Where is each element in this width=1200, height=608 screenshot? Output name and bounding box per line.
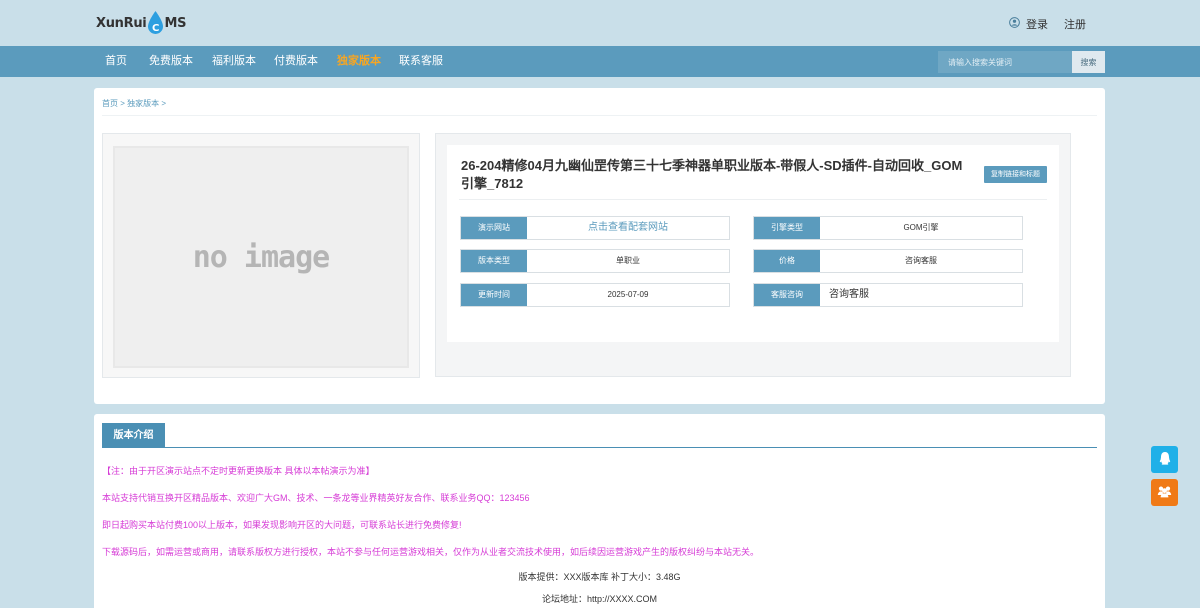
field-version-type: 版本类型 单职业 <box>460 249 730 273</box>
nav-item-paid[interactable]: 付费版本 <box>274 46 318 77</box>
product-info-frame: 26-204精修04月九幽仙罡传第三十七季神器单职业版本-带假人-SD插件-自动… <box>435 133 1071 377</box>
field-value: 2025-07-09 <box>607 290 649 299</box>
intro-notice-1: 【注：由于开区演示站点不定时更新更换版本 具体以本帖演示为准】 <box>102 466 375 476</box>
logo-text-left: XunRui <box>96 15 147 31</box>
copy-link-button[interactable]: 复制链接和标题 <box>984 166 1047 183</box>
logo-letter: C <box>152 23 159 34</box>
field-label: 价格 <box>754 250 820 272</box>
field-value: 单职业 <box>616 256 640 265</box>
field-update-time: 更新时间 2025-07-09 <box>460 283 730 307</box>
field-label: 更新时间 <box>461 284 527 306</box>
breadcrumb: 首页 > 独家版本 > <box>102 98 166 109</box>
search-input[interactable] <box>938 51 1072 73</box>
search-button[interactable]: 搜索 <box>1072 51 1105 73</box>
product-info: 26-204精修04月九幽仙罡传第三十七季神器单职业版本-带假人-SD插件-自动… <box>447 145 1059 342</box>
nav-item-exclusive[interactable]: 独家版本 <box>337 46 381 77</box>
intro-notice-4: 下载源码后，如需运营或商用，请联系版权方进行授权，本站不参与任何运营游戏相关，仅… <box>102 547 760 557</box>
field-price: 价格 咨询客服 <box>753 249 1023 273</box>
user-icon <box>1009 17 1020 31</box>
nav-item-free[interactable]: 免费版本 <box>149 46 193 77</box>
qq-icon <box>1158 451 1172 469</box>
product-image[interactable]: no image <box>113 146 409 368</box>
product-title: 26-204精修04月九幽仙罡传第三十七季神器单职业版本-带假人-SD插件-自动… <box>461 158 963 191</box>
field-value: GOM引擎 <box>903 223 939 232</box>
field-label: 引擎类型 <box>754 217 820 239</box>
user-links: 登录 注册 <box>1009 16 1086 32</box>
demo-site-link[interactable]: 点击查看配套网站 <box>527 217 729 239</box>
field-value: 咨询客服 <box>905 256 937 265</box>
logo-drop-icon: C <box>147 11 164 34</box>
group-icon <box>1157 485 1172 501</box>
intro-notice-3: 即日起购买本站付费100以上版本，如果发现影响开区的大问题，可联系站长进行免费修… <box>102 520 462 530</box>
breadcrumb-sep: > <box>120 99 125 108</box>
customer-service-link[interactable]: 咨询客服 <box>820 284 1022 306</box>
group-float-button[interactable] <box>1151 479 1178 506</box>
field-label: 演示网站 <box>461 217 527 239</box>
breadcrumb-category[interactable]: 独家版本 <box>127 99 159 108</box>
breadcrumb-sep-2: > <box>161 99 167 108</box>
login-link[interactable]: 登录 <box>1026 16 1048 32</box>
nav-item-home[interactable]: 首页 <box>105 46 127 77</box>
logo-text-right: MS <box>164 15 187 31</box>
top-bar: XunRui C MS 登录 注册 <box>0 0 1200 46</box>
breadcrumb-divider <box>102 115 1097 116</box>
field-label: 版本类型 <box>461 250 527 272</box>
register-link[interactable]: 注册 <box>1064 16 1086 32</box>
nav-item-contact[interactable]: 联系客服 <box>399 46 443 77</box>
field-demo-site: 演示网站 点击查看配套网站 <box>460 216 730 240</box>
intro-panel: 版本介绍 【注：由于开区演示站点不定时更新更换版本 具体以本帖演示为准】 本站支… <box>94 414 1105 608</box>
breadcrumb-home[interactable]: 首页 <box>102 99 118 108</box>
intro-notice-2: 本站支持代销互换开区精品版本、欢迎广大GM、技术、一条龙等业界精英好友合作、联系… <box>102 493 530 503</box>
provider-info: 版本提供：XXX版本库 补丁大小：3.48G <box>518 572 681 582</box>
product-image-frame: no image <box>102 133 420 378</box>
qq-float-button[interactable] <box>1151 446 1178 473</box>
field-label: 客服咨询 <box>754 284 820 306</box>
site-logo[interactable]: XunRui C MS <box>96 10 186 36</box>
field-engine-type: 引擎类型 GOM引擎 <box>753 216 1023 240</box>
product-panel: 首页 > 独家版本 > no image 26-204精修04月九幽仙罡传第三十… <box>94 88 1105 404</box>
forum-address: 论坛地址：http://XXXX.COM <box>541 594 658 604</box>
no-image-placeholder: no image <box>192 239 330 275</box>
title-divider <box>459 199 1047 200</box>
field-customer-service: 客服咨询 咨询客服 <box>753 283 1023 307</box>
nav-item-welfare[interactable]: 福利版本 <box>212 46 256 77</box>
tab-version-intro[interactable]: 版本介绍 <box>102 423 165 448</box>
tab-divider <box>102 447 1097 448</box>
